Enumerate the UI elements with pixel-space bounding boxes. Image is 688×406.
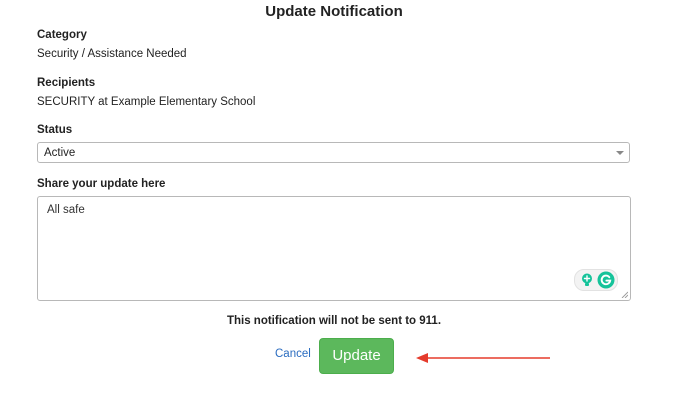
chevron-down-icon — [616, 151, 624, 155]
category-value: Security / Assistance Needed — [37, 48, 187, 60]
recipients-value: SECURITY at Example Elementary School — [37, 96, 256, 108]
category-label: Category — [37, 29, 87, 41]
status-label: Status — [37, 124, 73, 136]
update-notification-dialog: Update Notification Category Security / … — [0, 0, 688, 406]
arrow-left-icon — [416, 353, 550, 363]
grammarly-icon[interactable] — [597, 271, 615, 289]
update-button[interactable]: Update — [319, 338, 394, 374]
grammarly-widget[interactable] — [574, 269, 618, 291]
resize-grip-icon[interactable] — [621, 291, 628, 298]
cancel-link[interactable]: Cancel — [275, 348, 311, 360]
recipients-label: Recipients — [37, 77, 96, 89]
status-selected-value: Active — [44, 147, 76, 159]
status-select[interactable]: Active — [37, 142, 630, 163]
update-textarea-value: All safe — [47, 204, 85, 216]
update-text-label: Share your update here — [37, 178, 166, 190]
dialog-title: Update Notification — [265, 3, 403, 20]
lightbulb-icon[interactable] — [579, 272, 595, 288]
notice-text: This notification will not be sent to 91… — [226, 315, 442, 327]
update-textarea[interactable]: All safe — [37, 196, 631, 301]
